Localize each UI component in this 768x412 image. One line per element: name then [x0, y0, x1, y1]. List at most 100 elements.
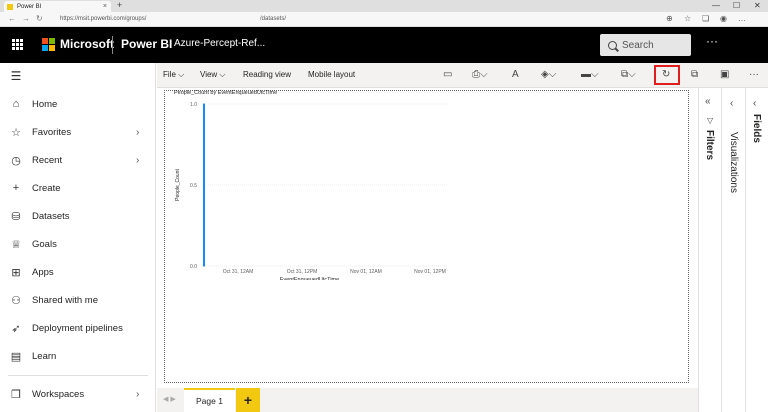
nav-item-label: Apps [32, 266, 54, 278]
filter-icon: ▽ [707, 116, 714, 125]
nav-item-label: Shared with me [32, 294, 99, 306]
nav-item-label: Goals [32, 238, 57, 250]
search-box[interactable]: Search [600, 34, 691, 56]
text-icon[interactable]: A [512, 69, 519, 80]
page-tab-label: Page 1 [196, 396, 223, 406]
line-chart-svg: 1.0 0.5 0.0 Oct 31, 12AM Oct 31, 12PM Nov 01,… [175, 102, 447, 280]
url-text-right: /datasets/ [260, 16, 287, 22]
nav-hamburger[interactable]: ☰ [0, 65, 156, 87]
x-axis-title: EventEnqueuedUtcTime [280, 277, 339, 280]
nav-item-label: Deployment pipelines [32, 322, 123, 334]
app-launcher-icon[interactable] [12, 39, 23, 50]
chevron-right-icon[interactable]: › [136, 389, 139, 400]
back-icon[interactable]: ← [8, 14, 16, 23]
nav-item-learn[interactable]: ▤ Learn [0, 345, 156, 367]
visual-interactions-icon[interactable]: ⧉⌵ [621, 69, 636, 80]
chevron-right-icon[interactable]: › [136, 127, 139, 138]
collections-icon[interactable]: ❏ [702, 14, 709, 23]
prev-page-icon[interactable]: ◀ [163, 396, 168, 403]
favorite-icon[interactable]: ☆ [684, 14, 691, 23]
search-placeholder: Search [622, 39, 654, 51]
visualizations-label[interactable]: Visualizations [728, 132, 739, 193]
nav-item-shared-with-me[interactable]: ⚇ Shared with me [0, 289, 156, 311]
expand-visualizations-icon[interactable]: ‹ [730, 98, 733, 109]
forward-icon[interactable]: → [22, 14, 30, 23]
file-menu[interactable]: File ⌵ [163, 70, 184, 80]
reload-icon[interactable]: ↻ [36, 14, 43, 23]
database-icon: ⛁ [11, 210, 21, 223]
fields-label[interactable]: Fields [751, 114, 762, 143]
add-page-button[interactable]: + [236, 388, 260, 412]
y-tick-label: 1.0 [190, 102, 197, 108]
line-chart-visual[interactable]: People_Count by EventEnqueuedUtcTime 1.0… [172, 90, 457, 280]
save-icon[interactable]: ▣ [720, 69, 729, 80]
window-close-button[interactable]: ✕ [754, 0, 761, 11]
y-axis-title: People_Count [175, 169, 181, 201]
nav-item-workspaces[interactable]: ❐ Workspaces › [0, 383, 156, 405]
view-menu[interactable]: View ⌵ [200, 70, 225, 80]
next-page-icon[interactable]: ▶ [170, 396, 175, 403]
new-tab-button[interactable]: + [117, 0, 122, 11]
shapes-dropdown-icon[interactable]: ◈⌵ [541, 69, 556, 80]
buttons-dropdown-icon[interactable]: ▬⌵ [581, 69, 599, 80]
nav-item-goals[interactable]: ♕ Goals [0, 233, 156, 255]
expand-filters-icon[interactable]: « [705, 96, 711, 107]
powerbi-header: Microsoft Power BI Azure-Percept-Ref... … [0, 27, 768, 63]
data-point [203, 265, 205, 267]
nav-item-favorites[interactable]: ☆ Favorites › [0, 121, 156, 143]
nav-divider [8, 375, 148, 376]
page-nav-arrows[interactable]: ◀ ▶ [163, 395, 176, 403]
reading-view-button[interactable]: Reading view [243, 70, 291, 79]
nav-item-apps[interactable]: ⊞ Apps [0, 261, 156, 283]
search-icon [608, 40, 617, 50]
nav-item-label: Home [32, 98, 58, 110]
header-divider [112, 36, 113, 54]
comment-icon[interactable]: ▭ [443, 69, 452, 80]
report-name[interactable]: Azure-Percept-Ref... [174, 38, 265, 49]
nav-item-home[interactable]: ⌂ Home [0, 93, 156, 115]
fields-pane[interactable]: ‹ Fields [745, 88, 768, 412]
report-toolbar: File ⌵ View ⌵ Reading view Mobile layout… [157, 63, 768, 88]
zoom-icon[interactable]: ⊕ [666, 14, 673, 23]
profile-icon[interactable]: ◉ [720, 14, 727, 23]
nav-item-recent[interactable]: ◷ Recent › [0, 149, 156, 171]
microsoft-logo-icon [42, 38, 55, 51]
address-bar: ← → ↻ https://msit.powerbi.com/groups/ /… [0, 12, 768, 27]
page-tab-bar: ◀ ▶ Page 1 + [157, 388, 698, 412]
powerbi-favicon-icon [7, 3, 13, 10]
visualizations-pane[interactable]: ‹ Visualizations [721, 88, 745, 412]
data-point [203, 103, 205, 105]
duplicate-icon[interactable]: ⧉ [691, 69, 698, 80]
textbox-dropdown-icon[interactable]: ⎙⌵ [472, 69, 488, 80]
nav-item-label: Recent [32, 154, 63, 166]
mobile-layout-button[interactable]: Mobile layout [308, 70, 355, 79]
x-tick-label: Nov 01, 12PM [414, 269, 446, 275]
maximize-button[interactable]: ☐ [733, 0, 740, 11]
nav-item-create[interactable]: + Create [0, 177, 156, 199]
nav-item-label: Datasets [32, 210, 70, 222]
filters-pane[interactable]: « ▽ Filters [698, 88, 721, 412]
nav-item-deployment-pipelines[interactable]: ➶ Deployment pipelines [0, 317, 156, 339]
apps-icon: ⊞ [11, 266, 21, 279]
toolbar-more-icon[interactable]: ··· [749, 69, 759, 80]
clock-icon: ◷ [11, 154, 21, 167]
tab-close-icon[interactable]: × [103, 3, 107, 10]
expand-fields-icon[interactable]: ‹ [753, 98, 756, 109]
product-name[interactable]: Power BI [121, 37, 172, 51]
left-navigation: ☰ ⌂ Home ☆ Favorites › ◷ Recent › + Create ⛁ Datase… [0, 63, 156, 412]
home-icon: ⌂ [12, 98, 20, 110]
minimize-button[interactable]: — [712, 0, 720, 11]
page-tab-1[interactable]: Page 1 [184, 388, 235, 412]
nav-item-datasets[interactable]: ⛁ Datasets [0, 205, 156, 227]
chevron-right-icon[interactable]: › [136, 155, 139, 166]
filters-label[interactable]: Filters [704, 130, 715, 160]
nav-item-label: Favorites [32, 126, 72, 138]
hamburger-icon[interactable]: ☰ [9, 69, 23, 83]
browser-menu-icon[interactable]: … [738, 14, 746, 23]
refresh-icon[interactable]: ↻ [662, 69, 670, 80]
header-more-icon[interactable]: ··· [706, 34, 718, 48]
browser-tab[interactable]: Power BI × [4, 1, 111, 12]
star-icon: ☆ [11, 126, 21, 139]
url-field[interactable]: https://msit.powerbi.com/groups/ /datase… [52, 14, 652, 25]
trophy-icon: ♕ [11, 238, 21, 251]
